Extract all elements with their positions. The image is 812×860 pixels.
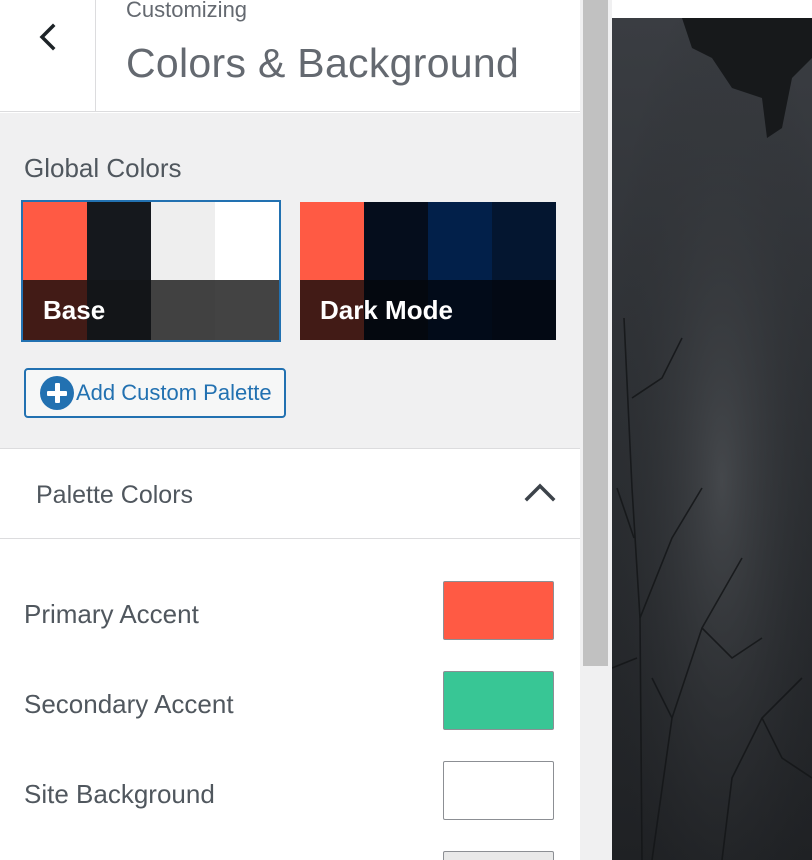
swatch-top: [23, 202, 87, 280]
color-row-secondary-accent: Secondary Accent: [0, 671, 580, 741]
scrollbar-thumb[interactable]: [583, 0, 608, 666]
swatch-top: [87, 202, 151, 280]
color-row-primary-accent: Primary Accent: [0, 581, 580, 651]
palette-colors-toggle[interactable]: Palette Colors: [0, 450, 580, 539]
panel-scrollbar[interactable]: [580, 0, 612, 860]
global-colors-section: Global Colors Base Dark Mode Add Custom …: [0, 113, 580, 449]
swatch-column: [215, 202, 279, 340]
swatch-bottom: [492, 280, 556, 340]
next-color-button[interactable]: [443, 851, 554, 860]
color-label: Secondary Accent: [24, 689, 234, 719]
palette-colors-title: Palette Colors: [36, 481, 194, 509]
swatch-bottom: [151, 280, 215, 340]
plus-circle-icon: [40, 376, 74, 410]
chevron-left-icon: [39, 23, 55, 51]
secondary-accent-color-button[interactable]: [443, 671, 554, 730]
swatch-column: [151, 202, 215, 340]
page-title: Colors & Background: [126, 40, 520, 86]
swatch-top: [364, 202, 428, 280]
back-button[interactable]: [0, 0, 96, 112]
color-row-site-background: Site Background: [0, 761, 580, 831]
color-label: Site Background: [24, 779, 215, 809]
add-custom-palette-button[interactable]: Add Custom Palette: [24, 368, 286, 418]
palette-base[interactable]: Base: [21, 200, 281, 342]
site-background-color-button[interactable]: [443, 761, 554, 820]
chevron-up-icon: [524, 483, 556, 502]
site-preview[interactable]: [612, 0, 812, 860]
palette-dark-mode[interactable]: Dark Mode: [298, 200, 558, 342]
palette-label: Base: [43, 295, 106, 325]
customizer-panel: Customizing Colors & Background Global C…: [0, 0, 580, 860]
swatch-top: [215, 202, 279, 280]
swatch-top: [428, 202, 492, 280]
swatch-bottom: [215, 280, 279, 340]
add-custom-palette-label: Add Custom Palette: [76, 380, 272, 405]
customizer-header: Customizing Colors & Background: [0, 0, 580, 112]
palette-label: Dark Mode: [320, 295, 453, 325]
header-subtitle: Customizing: [126, 0, 248, 22]
color-label: Primary Accent: [24, 599, 199, 629]
swatch-top: [492, 202, 556, 280]
swatch-top: [151, 202, 215, 280]
swatch-column: [492, 202, 556, 340]
preview-background-image: [612, 18, 812, 860]
primary-accent-color-button[interactable]: [443, 581, 554, 640]
global-colors-title: Global Colors: [24, 153, 182, 183]
swatch-top: [300, 202, 364, 280]
